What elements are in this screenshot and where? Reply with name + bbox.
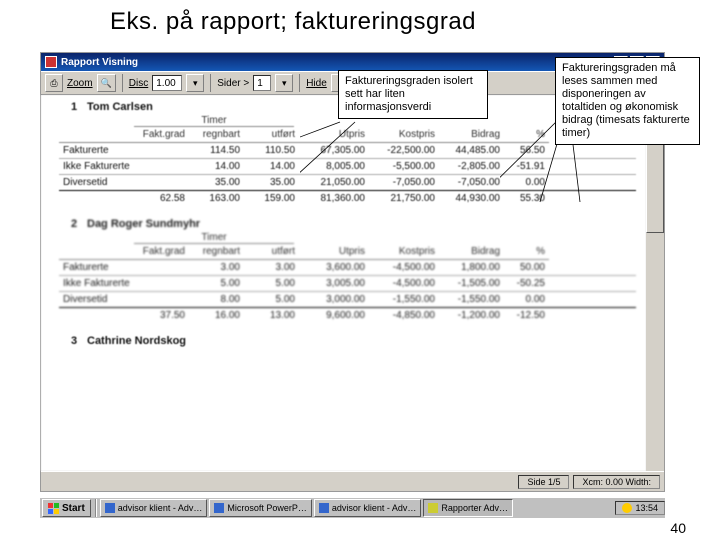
tool-first-icon[interactable]: ⎙ bbox=[45, 74, 63, 92]
task-icon bbox=[319, 503, 329, 513]
slide-number: 40 bbox=[670, 520, 686, 536]
employee-2-total: 37.5016.0013.009,600.00-4,850.00-1,200.0… bbox=[59, 307, 636, 323]
clock: 13:54 bbox=[635, 503, 658, 513]
sider-spin-button[interactable]: ▾ bbox=[275, 74, 293, 92]
disc-spin-button[interactable]: ▾ bbox=[186, 74, 204, 92]
taskbar-task[interactable]: advisor klient - Adv… bbox=[100, 499, 208, 517]
callout-2: Faktureringsgraden må leses sammen med d… bbox=[555, 57, 700, 145]
table-row: Diversetid35.0035.0021,050.00-7,050.00-7… bbox=[59, 174, 636, 190]
task-icon bbox=[428, 503, 438, 513]
disc-label: Disc bbox=[129, 78, 148, 89]
employee-2-header: 2Dag Roger Sundmyhr bbox=[51, 216, 636, 232]
table-row: Ikke Fakturerte5.005.003,005.00-4,500.00… bbox=[59, 275, 636, 291]
table-row: Ikke Fakturerte14.0014.008,005.00-5,500.… bbox=[59, 158, 636, 174]
column-names-2: Fakt.gradregnbartutførtUtprisKostprisBid… bbox=[59, 244, 636, 260]
callout-1: Faktureringsgraden isolert sett har lite… bbox=[338, 70, 488, 119]
sider-label: Sider > bbox=[217, 78, 249, 89]
status-coords: Xcm: 0.00 Width: bbox=[573, 475, 660, 489]
vertical-scrollbar[interactable]: ▲ bbox=[646, 95, 664, 471]
zoom-label: Zoom bbox=[67, 78, 93, 89]
app-icon bbox=[45, 56, 57, 68]
task-icon bbox=[105, 503, 115, 513]
taskbar-task[interactable]: Rapporter Adv… bbox=[423, 499, 513, 517]
column-header-2: Timer bbox=[59, 232, 636, 244]
windows-logo-icon bbox=[48, 503, 59, 514]
tray-icon bbox=[622, 503, 632, 513]
report-body: 1Tom Carlsen Timer Fakt.gradregnbartutfø… bbox=[41, 95, 646, 471]
column-names-1: Fakt.gradregnbartutførtUtprisKostprisBid… bbox=[59, 127, 636, 143]
titlebar-text: Rapport Visning bbox=[61, 57, 138, 68]
table-row: Fakturerte3.003.003,600.00-4,500.001,800… bbox=[59, 260, 636, 275]
task-icon bbox=[214, 503, 224, 513]
taskbar-task[interactable]: advisor klient - Adv… bbox=[314, 499, 422, 517]
statusbar: Side 1/5 Xcm: 0.00 Width: bbox=[41, 471, 664, 491]
sider-field[interactable]: 1 bbox=[253, 75, 271, 91]
zoom-in-button[interactable]: 🔍 bbox=[97, 74, 116, 92]
status-pages: Side 1/5 bbox=[518, 475, 569, 489]
hide-label[interactable]: Hide bbox=[306, 78, 327, 89]
system-tray[interactable]: 13:54 bbox=[615, 501, 665, 515]
table-row: Diversetid8.005.003,000.00-1,550.00-1,55… bbox=[59, 291, 636, 307]
taskbar: Start advisor klient - Adv…Microsoft Pow… bbox=[40, 496, 665, 518]
table-row: Fakturerte114.50110.5067,305.00-22,500.0… bbox=[59, 143, 636, 158]
employee-1-total: 62.58163.00159.0081,360.0021,750.0044,93… bbox=[59, 190, 636, 206]
slide-title: Eks. på rapport; faktureringsgrad bbox=[0, 0, 720, 36]
employee-3-header: 3Cathrine Nordskog bbox=[51, 333, 636, 349]
disc-field[interactable]: 1.00 bbox=[152, 75, 182, 91]
taskbar-task[interactable]: Microsoft PowerP… bbox=[209, 499, 312, 517]
start-button[interactable]: Start bbox=[42, 499, 91, 517]
